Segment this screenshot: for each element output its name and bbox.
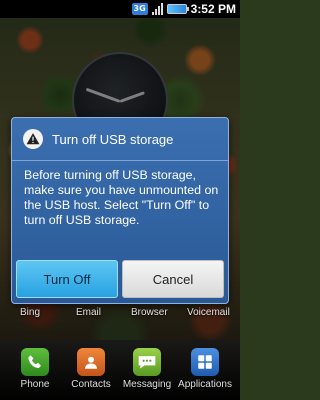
shortcut-voicemail[interactable]: Voicemail [187,307,230,318]
applications-icon [191,348,219,376]
dock-messaging[interactable]: Messaging [118,348,176,390]
warning-icon [23,129,43,149]
dock-label-messaging: Messaging [122,379,172,390]
shortcut-email[interactable]: Email [76,307,101,318]
status-bar: 3G 3:52 PM [0,0,240,18]
dock-contacts[interactable]: Contacts [62,348,120,390]
turn-off-button[interactable]: Turn Off [16,260,118,298]
shortcut-bing[interactable]: Bing [20,307,40,318]
dialog-header: Turn off USB storage [12,118,228,161]
dock-label-contacts: Contacts [71,379,111,390]
usb-storage-dialog: Turn off USB storage Before turning off … [11,117,229,304]
home-shortcut-row: Bing Email Browser Voicemail [0,307,240,323]
messaging-icon [133,348,161,376]
shortcut-browser[interactable]: Browser [131,307,168,318]
dock-phone[interactable]: Phone [6,348,64,390]
dialog-title: Turn off USB storage [52,131,174,147]
phone-icon [21,348,49,376]
status-time: 3:52 PM [190,2,236,16]
app-dock: Phone Contacts Messaging Applications [0,340,240,400]
dialog-button-bar: Turn Off Cancel [16,260,224,298]
contacts-icon [77,348,105,376]
network-3g-icon: 3G [131,3,148,15]
dock-label-phone: Phone [20,379,50,390]
battery-icon [166,4,189,14]
dialog-message: Before turning off USB storage, make sur… [24,168,219,227]
dock-label-applications: Applications [178,379,232,390]
cancel-button[interactable]: Cancel [122,260,224,298]
dock-applications[interactable]: Applications [176,348,234,390]
signal-strength-icon [151,3,163,15]
